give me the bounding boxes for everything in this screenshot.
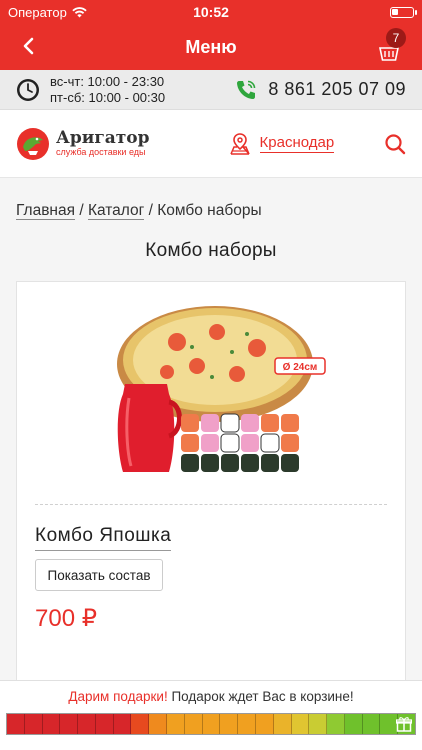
progress-segment [220,714,239,734]
phone-icon [237,80,256,99]
wifi-icon [72,6,87,17]
gift-bar: Дарим подарки! Подарок ждет Вас в корзин… [0,680,422,750]
cart-count-badge: 7 [386,28,406,48]
cart-button[interactable]: 7 [378,28,408,62]
status-time: 10:52 [193,4,229,20]
gift-highlight: Дарим подарки! [68,689,168,704]
back-button[interactable] [14,32,42,60]
progress-segment [78,714,96,734]
progress-segment [362,714,381,734]
show-ingredients-button[interactable]: Показать состав [35,559,163,591]
working-hours: вс-чт: 10:00 - 23:30 пт-сб: 10:00 - 00:3… [50,74,165,106]
brand-name: Аригатор [56,128,150,148]
breadcrumb-current: Комбо наборы [157,202,262,219]
progress-segment [42,714,61,734]
map-icon [229,132,250,155]
page-title: Комбо наборы [145,240,277,261]
logo-text: Аригатор служба доставки еды [56,128,150,158]
chevron-left-icon [23,37,34,55]
product-card: Ø 24см Комбо Япошка Показать состав 700 … [16,281,406,681]
product-price: 700 ₽ [35,605,97,632]
carrier-group: Оператор [8,5,87,20]
progress-segment [131,714,150,734]
product-name[interactable]: Комбо Япошка [35,525,172,551]
product-image[interactable]: Ø 24см [97,302,329,480]
nav-row: Меню 7 [0,24,422,70]
progress-segment [184,714,203,734]
card-divider [35,504,387,505]
phone-link[interactable]: 8 861 205 07 09 [234,78,406,102]
progress-segment [238,714,256,734]
breadcrumb: Главная / Каталог / Комбо наборы [0,178,422,238]
progress-segment [309,714,328,734]
breadcrumb-separator: / [148,202,153,219]
hours-weekday: вс-чт: 10:00 - 23:30 [50,73,165,89]
header-title: Меню [185,36,237,57]
gift-message: Дарим подарки! Подарок ждет Вас в корзин… [0,689,422,704]
gift-box-icon [396,717,412,732]
top-bar: Оператор 10:52 Меню 7 [0,0,422,70]
progress-segment [95,714,114,734]
battery-icon [390,6,417,18]
breadcrumb-catalog[interactable]: Каталог [87,202,145,220]
status-bar: Оператор 10:52 [0,0,422,24]
progress-segment [149,714,168,734]
progress-segment [113,714,132,734]
breadcrumb-home[interactable]: Главная [16,202,75,220]
progress-segment [167,714,185,734]
clock-icon [17,78,39,101]
city-selector[interactable]: Краснодар [228,132,335,156]
search-icon[interactable] [384,133,406,155]
brand-slogan: служба доставки еды [56,147,146,157]
gift-progress-bar [6,713,416,735]
hours-weekend: пт-сб: 10:00 - 00:30 [50,89,166,105]
city-name: Краснодар [259,134,335,153]
breadcrumb-separator: / [79,202,84,219]
progress-segment [7,714,25,734]
progress-segment [24,714,43,734]
brand-bar: Аригатор служба доставки еды Краснодар [0,110,422,178]
progress-segment [255,714,274,734]
gift-text: Подарок ждет Вас в корзине! [171,689,354,704]
progress-segment [202,714,221,734]
progress-segment [273,714,292,734]
info-bar: вс-чт: 10:00 - 23:30 пт-сб: 10:00 - 00:3… [0,70,422,110]
logo[interactable]: Аригатор служба доставки еды [16,127,150,161]
progress-segment [344,714,363,734]
size-badge-text: Ø 24см [283,362,318,373]
progress-segment [327,714,345,734]
crocodile-logo-icon [17,127,49,160]
phone-number: 8 861 205 07 09 [268,79,406,99]
progress-segment [291,714,310,734]
carrier-label: Оператор [8,4,67,20]
progress-segment [60,714,79,734]
